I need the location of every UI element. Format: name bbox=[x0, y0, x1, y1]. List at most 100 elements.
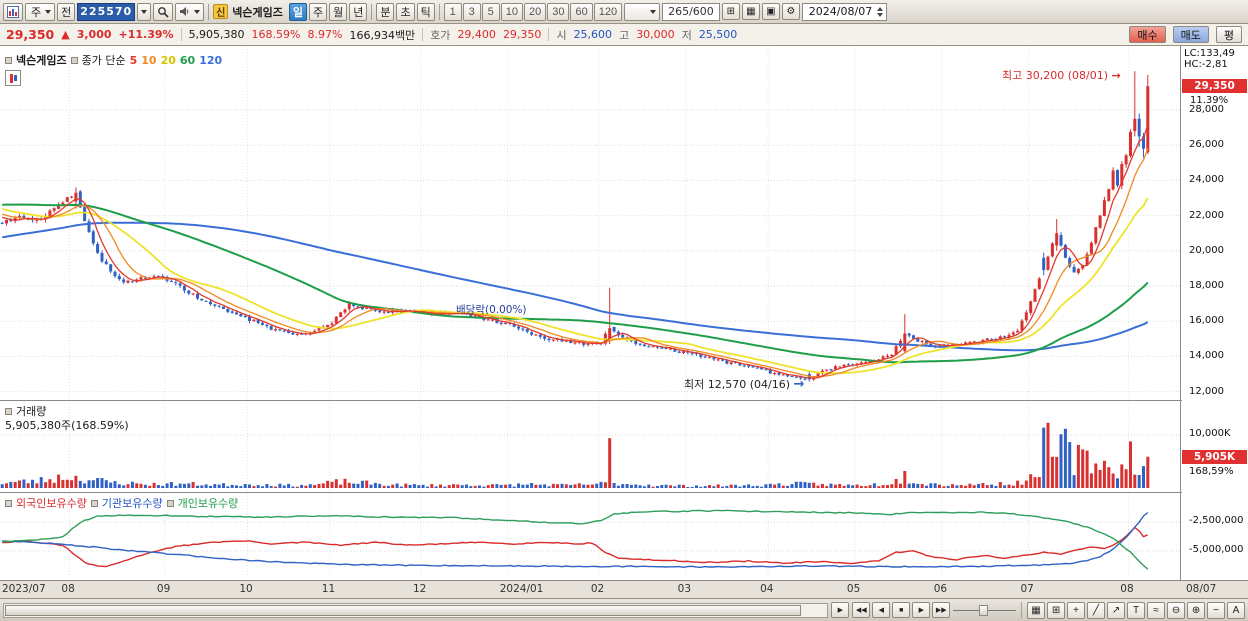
chart-area: 넥슨게임즈 종가 단순 5 10 20 60 120 최고 30,200 (08… bbox=[0, 46, 1248, 598]
x-axis-label: 10 bbox=[239, 583, 253, 595]
hc-value: HC:-2,81 bbox=[1184, 59, 1228, 70]
ma-preset-combo[interactable] bbox=[624, 2, 661, 21]
grid-layout-icon[interactable]: ▦ bbox=[1027, 601, 1046, 619]
layout-icon[interactable]: ▦ bbox=[741, 3, 760, 20]
interval-60-button[interactable]: 60 bbox=[570, 2, 593, 21]
trade-amount: 166,934백만 bbox=[349, 28, 416, 42]
average-button[interactable]: 평 bbox=[1215, 26, 1242, 43]
legend-bullet-icon bbox=[90, 499, 98, 507]
spinner-up-icon[interactable] bbox=[877, 6, 884, 11]
chevron-down-icon bbox=[650, 9, 657, 14]
date-value: 2024/08/07 bbox=[808, 5, 873, 18]
x-axis-label: 08 bbox=[61, 583, 75, 595]
minimize-icon[interactable]: − bbox=[1207, 601, 1226, 619]
timeframe-week-button[interactable]: 주 bbox=[308, 2, 328, 21]
interval-5-button[interactable]: 5 bbox=[481, 2, 500, 21]
timeframe-year-button[interactable]: 년 bbox=[349, 2, 368, 21]
price-tick-label: 14,000 bbox=[1189, 350, 1224, 362]
interval-1-button[interactable]: 1 bbox=[443, 2, 462, 21]
spinner-down-icon[interactable] bbox=[877, 12, 884, 17]
bid-price: 29,350 bbox=[502, 28, 542, 41]
chart-legend: 넥슨게임즈 종가 단순 5 10 20 60 120 bbox=[5, 52, 222, 68]
timeframe-minute-button[interactable]: 분 bbox=[376, 2, 395, 21]
multi-window-icon[interactable]: ⊞ bbox=[1047, 601, 1066, 619]
fast-forward-icon[interactable]: ▶▶ bbox=[932, 602, 951, 618]
zoom-slider-knob[interactable] bbox=[979, 604, 989, 616]
current-price: 29,350 bbox=[6, 27, 55, 42]
x-axis-label: 08 bbox=[1120, 583, 1134, 595]
x-axis-label: 12 bbox=[412, 583, 427, 595]
code-dropdown-button[interactable] bbox=[137, 2, 152, 21]
legend-bullet-icon bbox=[5, 56, 12, 64]
zoom-slider[interactable] bbox=[953, 603, 1017, 618]
candle-icon bbox=[13, 75, 17, 81]
scrollbar-thumb[interactable] bbox=[5, 604, 801, 616]
current-volume-box: 5,905K bbox=[1182, 450, 1247, 464]
font-icon[interactable]: A bbox=[1227, 601, 1246, 619]
volume-current-value: 5,905,380주(168.59%) bbox=[5, 419, 129, 432]
step-backward-icon[interactable]: ◀ bbox=[872, 602, 891, 618]
sound-alert-combo[interactable] bbox=[175, 2, 205, 21]
right-price-axis: LC:133,49 HC:-2,81 29,350 11.39% 10,000K… bbox=[1182, 46, 1248, 580]
timeframe-month-button[interactable]: 월 bbox=[329, 2, 348, 21]
timeframe-day-button[interactable]: 일 bbox=[288, 2, 307, 21]
scroll-right-button[interactable]: ▶ bbox=[831, 602, 850, 618]
holdings-tick-label: -5,000,000 bbox=[1189, 544, 1244, 555]
chevron-down-icon bbox=[194, 9, 201, 14]
buy-button[interactable]: 매수 bbox=[1129, 26, 1166, 43]
volume-tick-label: 10,000K bbox=[1189, 428, 1231, 439]
date-picker[interactable]: 2024/08/07 bbox=[801, 2, 888, 21]
fast-backward-icon[interactable]: ◀◀ bbox=[852, 602, 871, 618]
timeframe-tick-button[interactable]: 틱 bbox=[416, 2, 435, 21]
date-spinner[interactable] bbox=[877, 6, 884, 17]
interval-3-button[interactable]: 3 bbox=[462, 2, 481, 21]
stock-code-input[interactable]: 225570 bbox=[77, 2, 136, 21]
chart-window-icon[interactable] bbox=[3, 2, 23, 21]
price-change-pct: +11.39% bbox=[118, 28, 174, 41]
settings-gear-icon[interactable]: ⚙ bbox=[781, 3, 800, 20]
trendline-icon[interactable]: ╱ bbox=[1087, 601, 1106, 619]
price-tick-label: 24,000 bbox=[1189, 174, 1224, 186]
sell-button[interactable]: 매도 bbox=[1172, 26, 1209, 43]
legend-bullet-icon bbox=[5, 499, 12, 507]
institution-holdings-label: 기관보유수량 bbox=[101, 497, 163, 510]
bottom-toolbar: ▶ ◀◀ ◀ ■ ▶ ▶▶ ▦ ⊞ + ╱ ↗ T ≈ ⊖ ⊕ − A bbox=[0, 598, 1248, 621]
x-axis-label: 06 bbox=[933, 583, 948, 595]
arrow-tool-icon[interactable]: ↗ bbox=[1107, 601, 1126, 619]
save-icon[interactable]: ▣ bbox=[761, 3, 780, 20]
indicator-wave-icon[interactable]: ≈ bbox=[1147, 601, 1166, 619]
interval-button-group: 1 3 5 10 20 30 60 120 bbox=[443, 2, 623, 21]
foreign-holdings-label: 외국인보유수량 bbox=[16, 497, 87, 510]
price-tick-label: 22,000 bbox=[1189, 209, 1224, 221]
chart-style-button[interactable] bbox=[5, 70, 21, 86]
zoom-in-icon[interactable]: ⊕ bbox=[1187, 601, 1206, 619]
legend-ma-10: 10 bbox=[141, 53, 157, 67]
low-label: 저 bbox=[681, 28, 692, 42]
current-price-box: 29,350 bbox=[1182, 79, 1247, 93]
crosshair-icon[interactable]: + bbox=[1067, 601, 1086, 619]
x-axis-label: 09 bbox=[156, 583, 171, 595]
timeframe-second-button[interactable]: 초 bbox=[396, 2, 415, 21]
chart-type-combo[interactable]: 주 bbox=[25, 2, 56, 21]
step-forward-icon[interactable]: ▶ bbox=[912, 602, 931, 618]
zoom-out-icon[interactable]: ⊖ bbox=[1167, 601, 1186, 619]
chart-scrollbar[interactable] bbox=[3, 602, 829, 618]
volume-ratio: 168.59% bbox=[251, 28, 301, 41]
interval-30-button[interactable]: 30 bbox=[547, 2, 570, 21]
new-chart-icon[interactable]: ⊞ bbox=[721, 3, 740, 20]
ask-price: 29,400 bbox=[457, 28, 496, 41]
stop-icon[interactable]: ■ bbox=[892, 602, 911, 618]
x-axis-label: 07 bbox=[1020, 583, 1034, 595]
interval-10-button[interactable]: 10 bbox=[500, 2, 523, 21]
search-icon[interactable] bbox=[153, 2, 174, 21]
high-annotation: 최고 30,200 (08/01) → bbox=[1002, 67, 1121, 83]
volume-pct-label: 168,59% bbox=[1189, 466, 1234, 477]
low-price: 25,500 bbox=[698, 28, 738, 41]
price-tick-label: 16,000 bbox=[1189, 315, 1224, 327]
divider bbox=[208, 3, 210, 20]
prev-button[interactable]: 전 bbox=[57, 2, 76, 21]
interval-120-button[interactable]: 120 bbox=[593, 2, 623, 21]
interval-20-button[interactable]: 20 bbox=[523, 2, 547, 21]
low-annotation: 최저 12,570 (04/16) → bbox=[684, 376, 804, 392]
text-tool-icon[interactable]: T bbox=[1127, 601, 1146, 619]
